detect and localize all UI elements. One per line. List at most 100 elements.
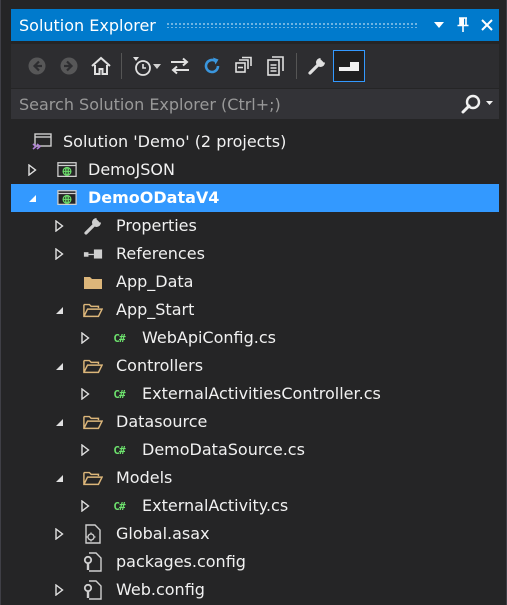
tree-item-label: DemoDataSource.cs bbox=[142, 440, 305, 459]
tree-item-label: DemoJSON bbox=[88, 160, 175, 179]
tree-item-label: ExternalActivity.cs bbox=[142, 496, 289, 515]
forward-icon bbox=[60, 57, 78, 75]
folder-open-icon bbox=[83, 356, 103, 376]
tree-item-label: DemoODataV4 bbox=[88, 188, 220, 207]
collapse-arrow-icon[interactable] bbox=[24, 184, 40, 212]
tree-item-label: App_Start bbox=[116, 300, 195, 319]
search-icon bbox=[461, 94, 493, 114]
folder-open-icon bbox=[83, 300, 103, 320]
expand-arrow-icon[interactable] bbox=[24, 156, 40, 184]
tree-item-label: packages.config bbox=[116, 552, 246, 571]
tree-item[interactable]: App_Data bbox=[11, 268, 499, 296]
config-file-icon bbox=[83, 580, 103, 600]
tree-item[interactable]: References bbox=[11, 240, 499, 268]
sync-arrows-icon bbox=[171, 57, 189, 75]
expand-arrow-icon[interactable] bbox=[51, 240, 67, 268]
config-file-icon bbox=[83, 552, 103, 572]
wrench-icon bbox=[83, 216, 103, 236]
solution-icon bbox=[32, 132, 52, 152]
tree-item-label: Properties bbox=[116, 216, 197, 235]
expand-arrow-icon[interactable] bbox=[51, 576, 67, 604]
collapse-arrow-icon[interactable] bbox=[51, 408, 67, 436]
tree-item-label: Datasource bbox=[116, 412, 208, 431]
tree-item-label: References bbox=[116, 244, 205, 263]
collapse-all-icon bbox=[235, 56, 252, 73]
window-menu-dropdown-icon[interactable] bbox=[427, 13, 451, 37]
collapse-arrow-icon[interactable] bbox=[51, 296, 67, 324]
csharp-file-icon: C# bbox=[113, 387, 125, 401]
csharp-file-icon: C# bbox=[113, 331, 125, 345]
expand-arrow-icon[interactable] bbox=[77, 380, 93, 408]
solution-tree: Solution 'Demo' (2 projects) DemoJSON Demo… bbox=[11, 128, 499, 604]
tree-item[interactable]: Datasource bbox=[11, 408, 499, 436]
csharp-file-icon: C# bbox=[113, 443, 125, 457]
tree-item-label: Web.config bbox=[116, 580, 205, 599]
tree-item-label: ExternalActivitiesController.cs bbox=[142, 384, 381, 403]
search-input[interactable] bbox=[11, 88, 455, 120]
global-asax-icon bbox=[83, 524, 103, 544]
tree-item-label: Controllers bbox=[116, 356, 204, 375]
folder-open-icon bbox=[83, 412, 103, 432]
show-all-files-icon bbox=[267, 56, 284, 76]
home-button[interactable] bbox=[85, 50, 117, 82]
properties-button[interactable] bbox=[301, 50, 333, 82]
toolbar-separator bbox=[296, 53, 297, 79]
wrench-icon bbox=[308, 57, 326, 75]
csharp-file-icon: C# bbox=[113, 499, 125, 513]
tree-item[interactable]: Solution 'Demo' (2 projects) bbox=[11, 128, 499, 156]
clock-filter-icon bbox=[133, 57, 151, 76]
tree-item[interactable]: DemoJSON bbox=[11, 156, 499, 184]
back-button[interactable] bbox=[21, 50, 53, 82]
expand-arrow-icon[interactable] bbox=[51, 212, 67, 240]
web-project-icon bbox=[57, 160, 77, 180]
collapse-arrow-icon[interactable] bbox=[51, 352, 67, 380]
home-icon bbox=[91, 56, 111, 75]
tree-item[interactable]: C# WebApiConfig.cs bbox=[11, 324, 499, 352]
collapse-arrow-icon[interactable] bbox=[51, 464, 67, 492]
tree-item[interactable]: packages.config bbox=[11, 548, 499, 576]
title-grip[interactable] bbox=[165, 22, 419, 28]
sync-with-active-document-button[interactable] bbox=[164, 50, 196, 82]
folder-open-icon bbox=[83, 468, 103, 488]
solution-explorer-window: Solution Explorer Search Solution Explor… bbox=[0, 0, 507, 605]
tree-item[interactable]: C# DemoDataSource.cs bbox=[11, 436, 499, 464]
tree-item[interactable]: Models bbox=[11, 464, 499, 492]
search-options-button[interactable] bbox=[455, 89, 499, 119]
refresh-icon bbox=[204, 57, 220, 74]
tree-item[interactable]: C# ExternalActivity.cs bbox=[11, 492, 499, 520]
tree-item-label: WebApiConfig.cs bbox=[142, 328, 276, 347]
window-title: Solution Explorer bbox=[19, 15, 156, 35]
expand-arrow-icon[interactable] bbox=[77, 492, 93, 520]
tree-item[interactable]: Web.config bbox=[11, 576, 499, 604]
expand-arrow-icon[interactable] bbox=[77, 436, 93, 464]
references-icon bbox=[83, 244, 103, 264]
preview-selected-items-button[interactable] bbox=[333, 50, 365, 82]
tree-item[interactable]: Controllers bbox=[11, 352, 499, 380]
tree-item-label: Models bbox=[116, 468, 173, 487]
tree-item[interactable]: C# ExternalActivitiesController.cs bbox=[11, 380, 499, 408]
tree-item-label: Solution 'Demo' (2 projects) bbox=[63, 132, 287, 151]
show-all-files-button[interactable] bbox=[260, 50, 292, 82]
pin-icon[interactable] bbox=[451, 13, 475, 37]
folder-icon bbox=[83, 272, 103, 292]
search-bar bbox=[11, 88, 499, 120]
title-bar: Solution Explorer bbox=[11, 9, 499, 41]
tree-item[interactable]: App_Start bbox=[11, 296, 499, 324]
preview-icon bbox=[339, 62, 359, 71]
tree-item[interactable]: Global.asax bbox=[11, 520, 499, 548]
tree-item-label: App_Data bbox=[116, 272, 194, 291]
back-icon bbox=[28, 57, 46, 75]
forward-button[interactable] bbox=[53, 50, 85, 82]
toolbar-separator bbox=[121, 53, 122, 79]
refresh-button[interactable] bbox=[196, 50, 228, 82]
expand-arrow-icon[interactable] bbox=[51, 520, 67, 548]
close-icon[interactable] bbox=[475, 13, 499, 37]
collapse-all-button[interactable] bbox=[228, 50, 260, 82]
tree-item-label: Global.asax bbox=[116, 524, 210, 543]
web-project-icon bbox=[57, 188, 77, 208]
expand-arrow-icon[interactable] bbox=[77, 324, 93, 352]
tree-item[interactable]: Properties bbox=[11, 212, 499, 240]
toolbar bbox=[11, 44, 499, 88]
filter-dropdown-icon[interactable] bbox=[152, 63, 162, 69]
tree-item[interactable]: DemoODataV4 bbox=[11, 184, 499, 212]
